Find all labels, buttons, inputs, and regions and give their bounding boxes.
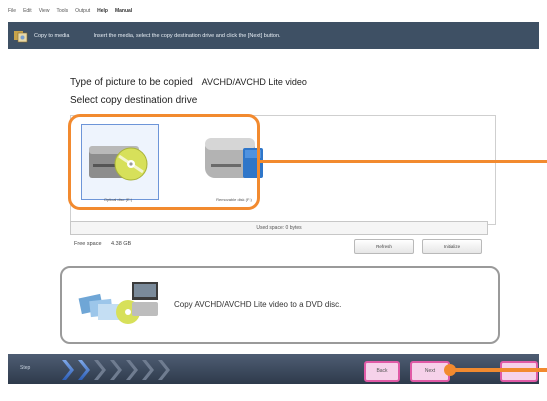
free-space-value: 4.38 GB <box>111 241 132 247</box>
step-progress-indicator <box>62 360 170 380</box>
drive-callout-line <box>260 160 547 163</box>
menu-output[interactable]: Output <box>75 8 90 14</box>
menu-bar: File Edit View Tools Output Help Manual <box>8 6 539 16</box>
operation-summary-panel: Copy AVCHD/AVCHD Lite video to a DVD dis… <box>60 266 500 344</box>
picture-type-label: Type of picture to be copied <box>70 77 193 88</box>
header-instruction: Insert the media, select the copy destin… <box>93 32 281 39</box>
menu-manual[interactable]: Manual <box>115 8 132 14</box>
select-drive-title: Select copy destination drive <box>70 95 198 106</box>
operation-summary-text: Copy AVCHD/AVCHD Lite video to a DVD dis… <box>174 300 342 309</box>
menu-view[interactable]: View <box>39 8 50 14</box>
menu-file[interactable]: File <box>8 8 16 14</box>
free-space-row: Free space 4.38 GB <box>74 241 131 247</box>
picture-type-value: AVCHD/AVCHD Lite video <box>201 77 307 87</box>
back-button[interactable]: Back <box>364 361 400 382</box>
free-space-label: Free space <box>74 241 102 247</box>
menu-edit[interactable]: Edit <box>23 8 32 14</box>
menu-tools[interactable]: Tools <box>56 8 68 14</box>
drive-highlight-callout <box>68 114 260 210</box>
next-callout-line <box>452 368 547 372</box>
wizard-header: Copy to media Insert the media, select t… <box>8 22 539 49</box>
refresh-button[interactable]: Refresh <box>354 239 414 254</box>
used-space-bar: Used space: 0 bytes <box>70 221 488 235</box>
picture-type-row: Type of picture to be copied AVCHD/AVCHD… <box>70 77 307 88</box>
header-title: Copy to media <box>34 32 70 39</box>
initialize-button[interactable]: Initialize <box>422 239 482 254</box>
step-label: Step <box>20 365 31 371</box>
copy-video-to-disc-icon <box>78 282 158 324</box>
next-callout-dot <box>444 364 456 376</box>
copy-to-media-icon <box>14 29 28 43</box>
menu-help[interactable]: Help <box>97 8 108 14</box>
